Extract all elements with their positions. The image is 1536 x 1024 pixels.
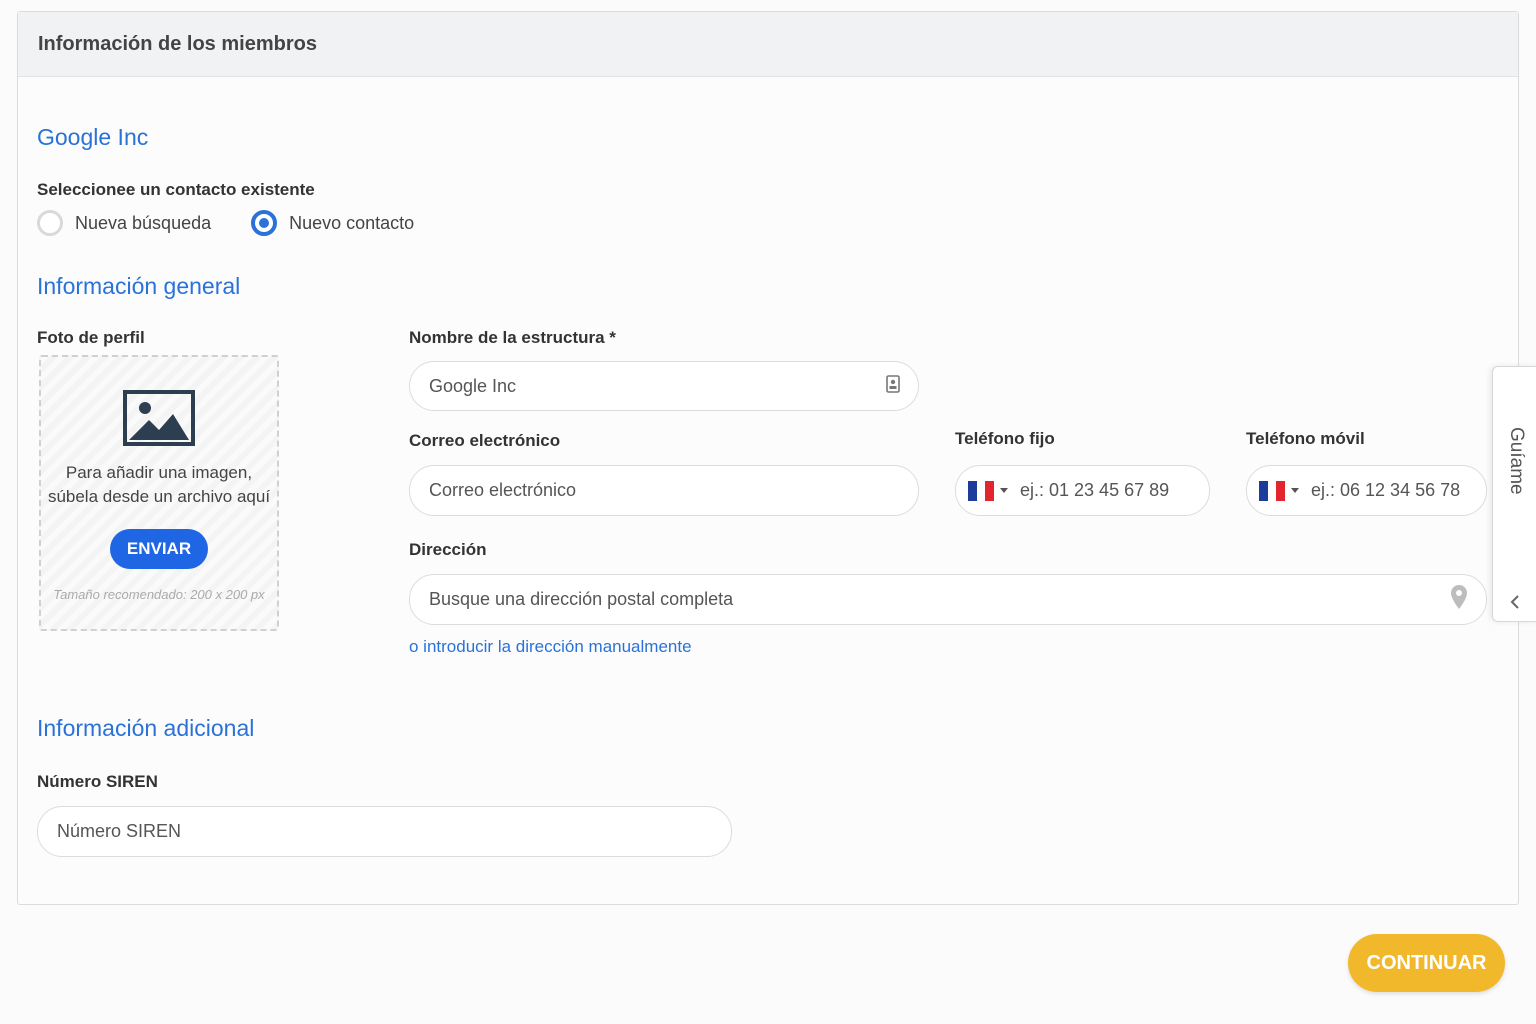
address-field[interactable] xyxy=(409,574,1487,625)
manual-address-link[interactable]: o introducir la dirección manualmente xyxy=(409,637,692,657)
france-flag-icon xyxy=(1259,480,1286,501)
radio-circle-unchecked[interactable] xyxy=(37,210,63,236)
email-field[interactable] xyxy=(409,465,919,516)
phone-fixed-input[interactable] xyxy=(1020,480,1252,501)
panel-title: Información de los miembros xyxy=(38,32,317,55)
email-label: Correo electrónico xyxy=(409,431,561,450)
address-input[interactable] xyxy=(429,589,1450,610)
siren-input[interactable] xyxy=(57,821,713,842)
email-input[interactable] xyxy=(429,480,900,501)
image-icon xyxy=(123,390,195,451)
contact-select-label: Seleccionee un contacto existente xyxy=(37,180,315,199)
guide-tab-label: Guíame xyxy=(1506,427,1527,495)
contact-card-icon[interactable] xyxy=(886,374,900,398)
phone-fixed-label: Teléfono fijo xyxy=(955,429,1055,448)
panel-header: Información de los miembros xyxy=(18,12,1518,77)
upload-button[interactable]: ENVIAR xyxy=(110,529,208,569)
caret-down-icon xyxy=(1000,488,1008,493)
structure-name-field[interactable] xyxy=(409,361,919,411)
chevron-left-icon[interactable] xyxy=(1510,595,1520,614)
recommended-size-note: Tamaño recomendado: 200 x 200 px xyxy=(53,587,265,602)
phone-fixed-field[interactable] xyxy=(955,465,1252,516)
address-label: Dirección xyxy=(409,540,487,559)
photo-dropzone[interactable]: Para añadir una imagen, súbela desde un … xyxy=(39,355,279,631)
additional-info-title: Información adicional xyxy=(37,715,255,741)
map-pin-icon xyxy=(1450,584,1468,615)
radio-new-contact[interactable]: Nuevo contacto xyxy=(251,210,414,236)
country-selector-mobile[interactable] xyxy=(1259,480,1299,501)
structure-name-label: Nombre de la estructura * xyxy=(409,328,616,347)
phone-mobile-field[interactable] xyxy=(1246,465,1536,516)
radio-new-search[interactable]: Nueva búsqueda xyxy=(37,210,211,236)
continue-button[interactable]: CONTINUAR xyxy=(1348,934,1505,992)
guide-tab[interactable]: Guíame xyxy=(1492,366,1536,622)
radio-new-contact-label: Nuevo contacto xyxy=(289,212,415,233)
phone-mobile-label: Teléfono móvil xyxy=(1246,429,1365,448)
siren-field[interactable] xyxy=(37,806,732,857)
siren-label: Número SIREN xyxy=(37,772,158,791)
contact-radio-group: Nueva búsqueda Nuevo contacto xyxy=(37,210,414,236)
dropzone-text-line2: súbela desde un archivo aquí xyxy=(47,487,271,506)
france-flag-icon xyxy=(968,480,995,501)
photo-label: Foto de perfil xyxy=(37,328,145,347)
country-selector-fixed[interactable] xyxy=(968,480,1008,501)
dropzone-text-line1: Para añadir una imagen, xyxy=(65,463,253,482)
radio-new-search-label: Nueva búsqueda xyxy=(75,212,212,233)
radio-circle-checked[interactable] xyxy=(251,210,278,236)
structure-name-input[interactable] xyxy=(429,375,886,397)
company-name: Google Inc xyxy=(37,124,149,150)
caret-down-icon xyxy=(1291,488,1299,493)
general-info-title: Información general xyxy=(37,273,241,299)
